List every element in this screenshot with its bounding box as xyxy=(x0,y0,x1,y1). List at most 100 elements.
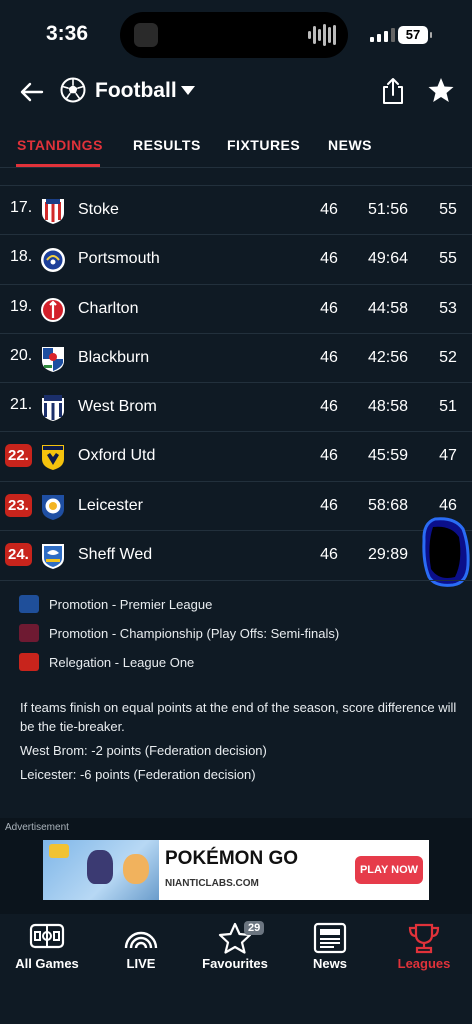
battery-icon: 57 xyxy=(398,26,432,44)
tab-news[interactable]: NEWS xyxy=(328,137,372,153)
points: 52 xyxy=(439,348,457,366)
section-tabs: STANDINGS RESULTS FIXTURES NEWS xyxy=(0,120,472,168)
oxford-crest-icon xyxy=(42,445,64,471)
legend-item: Relegation - League One xyxy=(0,639,472,671)
goal-ratio: 49:64 xyxy=(367,250,409,268)
played: 46 xyxy=(320,299,338,317)
sport-title[interactable]: Football xyxy=(95,79,177,103)
share-icon[interactable] xyxy=(380,76,406,106)
table-row[interactable]: 20. Blackburn 46 42:56 52 xyxy=(0,332,472,382)
standings-table: 17. Stoke 46 51:56 55 18. Portsmouth 46 … xyxy=(0,185,472,579)
goal-ratio: 45:59 xyxy=(367,447,409,465)
team-name: Sheff Wed xyxy=(78,546,153,564)
cellular-signal-icon xyxy=(370,28,395,42)
pokemon-character-image xyxy=(87,850,113,884)
back-arrow-icon[interactable] xyxy=(18,78,46,106)
position: 18. xyxy=(10,248,33,266)
nav-label: Leagues xyxy=(397,956,451,971)
legend-item: Promotion - Championship (Play Offs: Sem… xyxy=(0,610,472,642)
points: 51 xyxy=(439,398,457,416)
ad-play-now-button[interactable]: PLAY NOW xyxy=(355,856,423,884)
active-tab-indicator xyxy=(16,164,100,167)
nav-leagues[interactable]: Leagues xyxy=(377,922,471,982)
charlton-crest-icon xyxy=(41,297,65,322)
dynamic-island xyxy=(120,12,348,58)
points: 53 xyxy=(439,299,457,317)
stoke-crest-icon xyxy=(42,199,64,224)
football-icon xyxy=(60,77,86,103)
west-brom-crest-icon xyxy=(42,395,64,422)
nav-label: Favourites xyxy=(202,956,268,971)
portsmouth-crest-icon xyxy=(41,248,65,273)
points: 46 xyxy=(439,496,457,514)
table-row[interactable]: 24. Sheff Wed 46 29:89 0 xyxy=(0,530,472,579)
nav-favourites[interactable]: 29 Favourites xyxy=(188,921,282,982)
tab-standings[interactable]: STANDINGS xyxy=(17,137,103,153)
table-row[interactable]: 19. Charlton 46 44:58 53 xyxy=(0,283,472,333)
nav-all-games[interactable]: All Games xyxy=(0,922,94,982)
legend-item: Promotion - Premier League xyxy=(0,581,472,613)
standings-legend: Promotion - Premier League Promotion - C… xyxy=(0,580,472,671)
goal-ratio: 48:58 xyxy=(367,398,409,416)
position: 20. xyxy=(10,346,33,364)
position-relegation-badge: 22. xyxy=(5,444,32,468)
played: 46 xyxy=(320,546,338,564)
ad-label: Advertisement xyxy=(5,822,69,833)
position: 17. xyxy=(10,199,33,216)
played: 46 xyxy=(320,250,338,268)
legend-label: Relegation - League One xyxy=(49,655,195,670)
team-name: Oxford Utd xyxy=(78,447,156,465)
star-favourite-icon[interactable] xyxy=(427,76,455,104)
scoreboard-icon xyxy=(29,923,65,949)
team-name: Blackburn xyxy=(78,348,150,366)
table-row[interactable]: 18. Portsmouth 46 49:64 55 xyxy=(0,234,472,283)
tiebreaker-note: If teams finish on equal points at the e… xyxy=(20,700,457,734)
position: 19. xyxy=(10,297,33,315)
top-app-bar: Football xyxy=(0,70,472,114)
points: 55 xyxy=(439,201,457,218)
table-row[interactable]: 21. West Brom 46 48:58 51 xyxy=(0,382,472,431)
table-row[interactable]: 23. Leicester 46 58:68 46 xyxy=(0,480,472,530)
goal-ratio: 29:89 xyxy=(367,546,409,564)
nav-label: LIVE xyxy=(126,956,156,971)
table-row[interactable]: 22. Oxford Utd 46 45:59 47 xyxy=(0,431,472,480)
legend-swatch-relegation xyxy=(19,653,39,671)
ad-artwork xyxy=(43,840,159,900)
played: 46 xyxy=(320,398,338,416)
points: 55 xyxy=(439,250,457,268)
position-relegation-badge: 24. xyxy=(5,543,32,567)
nav-live[interactable]: LIVE xyxy=(94,922,188,982)
ad-headline: POKÉMON GO xyxy=(165,848,299,869)
pokemon-go-logo-icon xyxy=(49,844,69,858)
tab-results[interactable]: RESULTS xyxy=(133,137,201,153)
ad-domain: NIANTICLABS.COM xyxy=(165,878,259,889)
ad-banner[interactable]: POKÉMON GO NIANTICLABS.COM PLAY NOW xyxy=(43,840,429,900)
audio-waveform-icon xyxy=(308,24,336,46)
trophy-icon xyxy=(408,923,440,954)
points-deduction-note: Leicester: -6 points (Federation decisio… xyxy=(20,767,256,782)
tab-fixtures[interactable]: FIXTURES xyxy=(227,137,300,153)
position: 21. xyxy=(10,396,33,414)
played: 46 xyxy=(320,496,338,514)
status-bar: 3:36 57 xyxy=(0,0,472,70)
clock: 3:36 xyxy=(46,22,89,45)
sheffield-wednesday-crest-icon xyxy=(42,544,64,570)
table-row[interactable]: 17. Stoke 46 51:56 55 xyxy=(0,185,472,234)
goal-ratio: 42:56 xyxy=(367,348,409,366)
chevron-down-icon[interactable] xyxy=(181,86,195,95)
leicester-crest-icon xyxy=(42,494,64,520)
live-broadcast-icon xyxy=(124,931,158,949)
bottom-navigation: All Games LIVE 29 Favourites News League… xyxy=(0,914,472,1024)
nav-news[interactable]: News xyxy=(283,922,377,982)
favourites-count-badge: 29 xyxy=(244,921,265,935)
team-name: Portsmouth xyxy=(78,250,160,268)
points-deduction-note: West Brom: -2 points (Federation decisio… xyxy=(20,743,267,758)
pokemon-character-image xyxy=(123,854,149,884)
played: 46 xyxy=(320,201,338,218)
nav-label: All Games xyxy=(15,956,79,971)
blackburn-crest-icon xyxy=(42,346,64,372)
position-relegation-badge: 23. xyxy=(5,493,32,517)
team-name: West Brom xyxy=(78,398,157,416)
annotation-scribble xyxy=(422,517,470,587)
team-name: Stoke xyxy=(78,201,119,218)
